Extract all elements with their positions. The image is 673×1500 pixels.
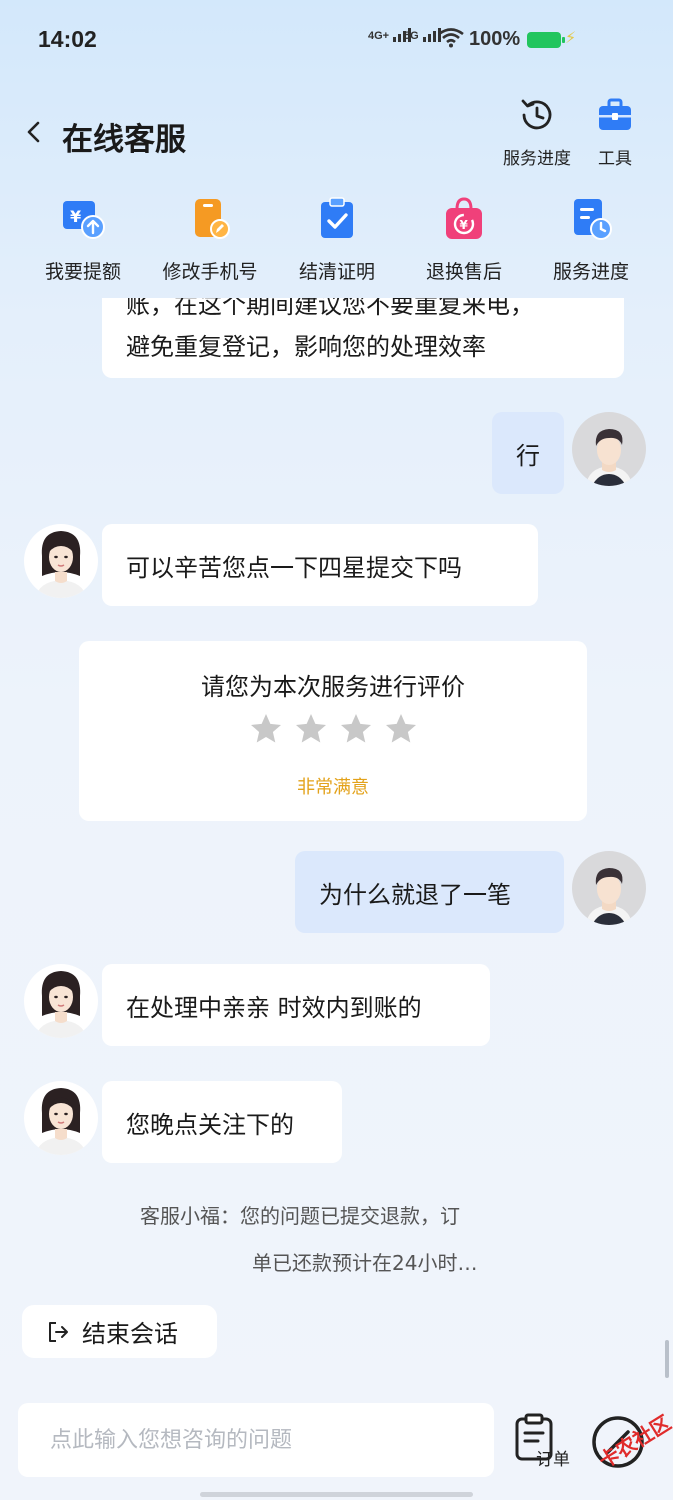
status-time: 14:02: [38, 26, 97, 52]
signal2-label: 5G: [404, 30, 419, 42]
shortcut-bar: ¥ 我要提额 修改手机号 结清证明 ¥ 退换售后 服务进度: [0, 195, 673, 295]
svg-text:¥: ¥: [70, 207, 81, 226]
toolbox-icon: [599, 98, 631, 130]
svg-text:¥: ¥: [460, 218, 469, 232]
star-icon[interactable]: [248, 711, 284, 747]
battery-text: 100%: [469, 28, 521, 50]
shortcut-service-progress[interactable]: 服务进度: [526, 195, 656, 284]
agent-avatar-icon: [24, 1081, 98, 1155]
agent-message-bubble: 可以辛苦您点一下四星提交下吗: [102, 524, 538, 606]
agent-message-bubble: 您晚点关注下的: [102, 1081, 342, 1163]
credit-increase-icon: ¥: [63, 201, 105, 239]
document-clock-icon: [574, 199, 612, 240]
battery-icon: [527, 32, 565, 48]
shortcut-label: 服务进度: [552, 261, 629, 283]
shortcut-label: 退换售后: [425, 261, 502, 283]
message-text: 您晚点关注下的: [126, 1110, 294, 1139]
rating-stars: [79, 711, 587, 747]
header-tools-button[interactable]: 工具: [592, 96, 638, 169]
agent-message-bubble: 账，在这个期间建议您不要重复来电， 避免重复登记，影响您的处理效率: [102, 298, 624, 378]
message-text: 为什么就退了一笔: [319, 880, 511, 909]
agent-notice-line: 单已还款预计在24小时…: [252, 1251, 478, 1275]
user-avatar-icon: [572, 851, 646, 925]
user-avatar-icon: [572, 412, 646, 486]
shopping-bag-refund-icon: ¥: [446, 197, 482, 239]
message-text: 行: [516, 441, 540, 470]
header: 在线客服 服务进度 工具: [0, 90, 673, 180]
clipboard-check-icon: [321, 197, 353, 238]
agent-avatar[interactable]: [24, 964, 98, 1038]
header-tools-label: 工具: [598, 149, 632, 169]
shortcut-settlement-proof[interactable]: 结清证明: [272, 195, 402, 284]
user-avatar[interactable]: [572, 412, 646, 486]
end-session-label: 结束会话: [82, 1320, 178, 1348]
wifi-icon: [438, 28, 464, 48]
order-button[interactable]: 订单: [514, 1413, 574, 1473]
star-icon[interactable]: [338, 711, 374, 747]
agent-message-bubble: 在处理中亲亲 时效内到账的: [102, 964, 490, 1046]
shortcut-label: 修改手机号: [162, 261, 258, 283]
page-title: 在线客服: [62, 122, 186, 158]
user-avatar[interactable]: [572, 851, 646, 925]
status-bar: 14:02 4G+ 5G 100% ⚡: [0, 0, 673, 80]
rating-question: 请您为本次服务进行评价: [201, 673, 465, 701]
shortcut-return-after-sales[interactable]: ¥ 退换售后: [399, 195, 529, 284]
message-text: 在处理中亲亲 时效内到账的: [126, 993, 422, 1022]
user-message-bubble: 行: [492, 412, 564, 494]
chat-message-list[interactable]: 账，在这个期间建议您不要重复来电， 避免重复登记，影响您的处理效率 行 可以辛苦…: [0, 298, 673, 1388]
agent-notice-line: 客服小福：您的问题已提交退款，订: [140, 1204, 460, 1228]
shortcut-change-phone[interactable]: 修改手机号: [145, 195, 275, 284]
agent-avatar-icon: [24, 964, 98, 1038]
header-service-progress-label: 服务进度: [503, 149, 571, 169]
watermark: 卡农社区: [572, 1402, 673, 1480]
shortcut-label: 结清证明: [298, 261, 375, 283]
order-label: 订单: [536, 1450, 570, 1470]
charging-icon: ⚡: [565, 28, 577, 47]
signal1-label: 4G+: [368, 30, 390, 42]
shortcut-label: 我要提额: [44, 261, 121, 283]
signal-5g-icon: 5G: [404, 28, 441, 42]
star-icon[interactable]: [383, 711, 419, 747]
satisfaction-label: 非常满意: [297, 777, 369, 798]
star-icon[interactable]: [293, 711, 329, 747]
user-message-bubble: 为什么就退了一笔: [295, 851, 564, 933]
back-arrow-icon[interactable]: [22, 120, 46, 144]
agent-avatar[interactable]: [24, 524, 98, 598]
end-session-button[interactable]: 结束会话: [22, 1305, 217, 1358]
agent-avatar-icon: [24, 524, 98, 598]
home-indicator: [200, 1492, 473, 1497]
agent-avatar[interactable]: [24, 1081, 98, 1155]
shortcut-credit-increase[interactable]: ¥ 我要提额: [18, 195, 148, 284]
message-text: 可以辛苦您点一下四星提交下吗: [126, 553, 462, 582]
message-text-line: 账，在这个期间建议您不要重复来电，: [126, 298, 534, 319]
message-input[interactable]: [18, 1403, 494, 1477]
message-text-line: 避免重复登记，影响您的处理效率: [126, 333, 486, 361]
exit-icon: [49, 1321, 68, 1342]
phone-edit-icon: [195, 199, 230, 239]
clock-history-icon: [521, 99, 552, 130]
chat-scrollbar[interactable]: [665, 1340, 669, 1378]
header-service-progress-button[interactable]: 服务进度: [497, 96, 577, 169]
rating-card: 请您为本次服务进行评价 非常满意: [79, 641, 587, 821]
message-input-container[interactable]: [18, 1403, 494, 1477]
